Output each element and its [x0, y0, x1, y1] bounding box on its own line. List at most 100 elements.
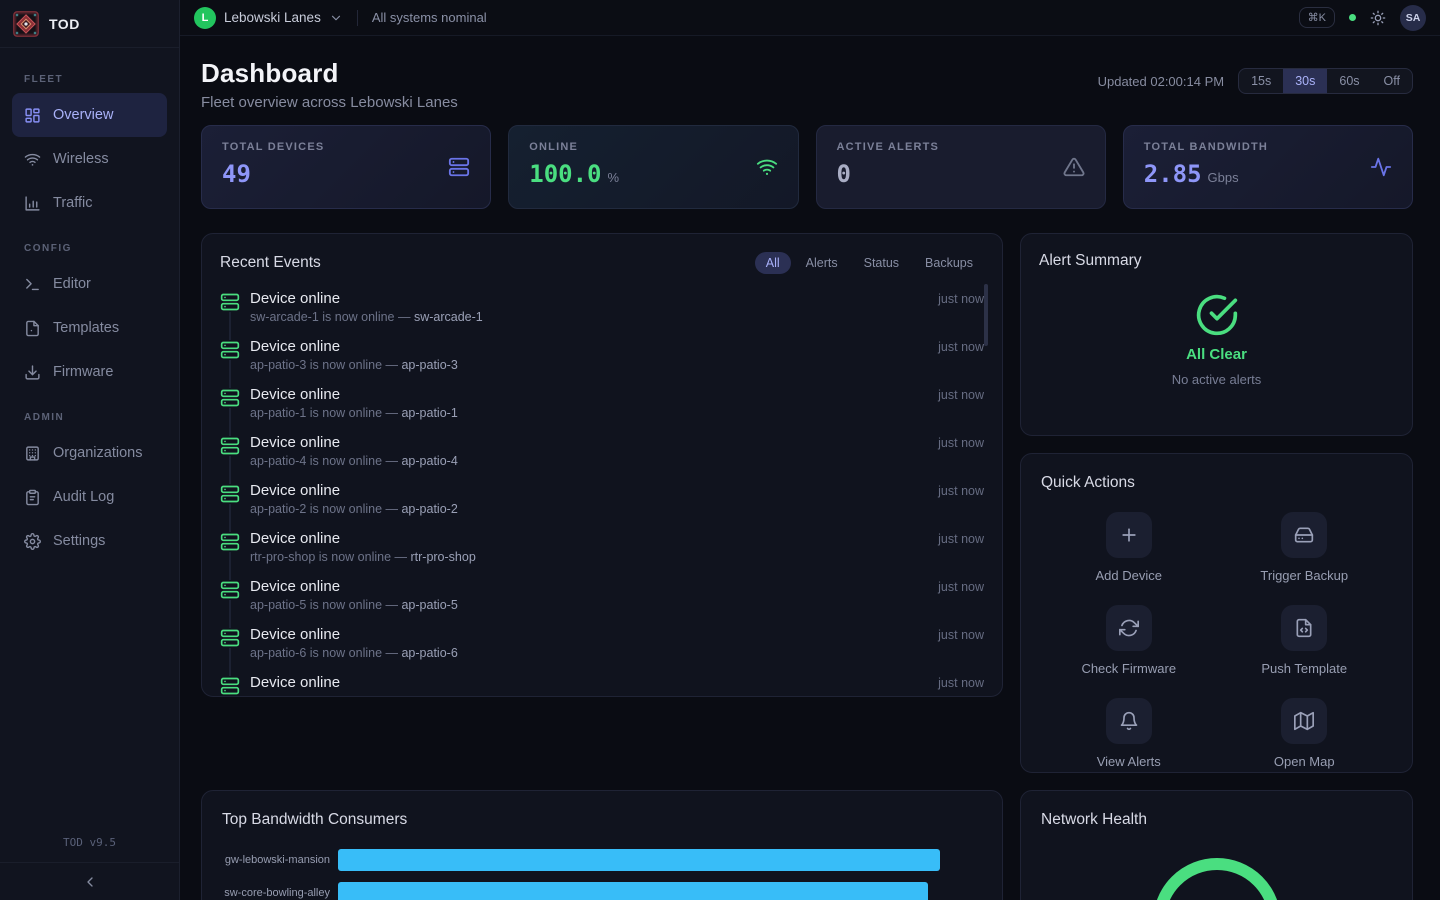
sidebar-item-label: Traffic [53, 195, 92, 211]
hard-drive-icon [1294, 525, 1314, 545]
quick-action-label: Push Template [1261, 661, 1347, 676]
stat-value-row: 2.85Gbps [1144, 160, 1392, 188]
sidebar-item-organizations[interactable]: Organizations [12, 431, 167, 475]
plus-icon [1119, 525, 1139, 545]
quick-action-trigger-backup[interactable]: Trigger Backup [1217, 512, 1393, 583]
event-description: ap-patio-5 is now online — ap-patio-5 [250, 598, 984, 612]
event-description: rtr-pro-shop is now online — rtr-pro-sho… [250, 550, 984, 564]
server-icon [220, 292, 240, 312]
sidebar-item-templates[interactable]: Templates [12, 306, 167, 350]
event-time: just now [938, 676, 984, 690]
sidebar-section-label: FLEET [24, 74, 155, 85]
quick-action-add-device[interactable]: Add Device [1041, 512, 1217, 583]
theme-toggle-button[interactable] [1370, 10, 1386, 26]
org-switcher[interactable]: L Lebowski Lanes [194, 7, 343, 29]
events-scrollbar[interactable] [984, 284, 988, 346]
quick-action-open-map[interactable]: Open Map [1217, 698, 1393, 769]
event-main: Device online just now [250, 674, 984, 691]
stat-value: 0 [837, 160, 851, 188]
event-time: just now [938, 340, 984, 354]
clipboard-icon [24, 489, 41, 506]
event-row: Device onlinejust nowap-patio-1 is now o… [220, 386, 984, 434]
event-row: Device onlinejust nowrtr-pro-shop is now… [220, 530, 984, 578]
event-time: just now [938, 484, 984, 498]
file-code-icon [1294, 618, 1314, 638]
command-palette-button[interactable]: ⌘K [1299, 7, 1335, 28]
sidebar-item-traffic[interactable]: Traffic [12, 181, 167, 225]
network-health-panel: Network Health 100 [1020, 790, 1413, 900]
refresh-option-15s[interactable]: 15s [1239, 69, 1283, 93]
event-title: Device online [250, 626, 340, 643]
server-icon [220, 580, 240, 600]
sidebar-section: ADMINOrganizationsAudit LogSettings [12, 412, 167, 563]
topbar: L Lebowski Lanes All systems nominal ⌘K … [180, 0, 1440, 36]
sidebar-item-settings[interactable]: Settings [12, 519, 167, 563]
quick-action-button [1281, 698, 1327, 744]
server-icon [220, 436, 240, 456]
sidebar-item-editor[interactable]: Editor [12, 262, 167, 306]
event-row: Device online just now [220, 674, 984, 697]
topbar-divider [357, 10, 358, 26]
quick-action-view-alerts[interactable]: View Alerts [1041, 698, 1217, 769]
event-description: ap-patio-4 is now online — ap-patio-4 [250, 454, 984, 468]
event-main: Device onlinejust now [250, 626, 984, 643]
events-list: Device onlinejust nowsw-arcade-1 is now … [220, 290, 984, 697]
event-title: Device online [250, 674, 340, 691]
quick-action-push-template[interactable]: Push Template [1217, 605, 1393, 676]
event-filter-alerts[interactable]: Alerts [795, 252, 849, 274]
event-time: just now [938, 388, 984, 402]
sidebar-item-label: Editor [53, 276, 91, 292]
server-icon [220, 628, 240, 648]
event-device-name: ap-patio-1 [401, 406, 457, 420]
bandwidth-bar [338, 849, 940, 871]
sidebar-section-label: CONFIG [24, 243, 155, 254]
event-time: just now [938, 436, 984, 450]
server-icon [220, 484, 240, 504]
gear-icon [24, 533, 41, 550]
connection-status-dot [1349, 14, 1356, 21]
event-main: Device onlinejust now [250, 338, 984, 355]
updated-timestamp: Updated 02:00:14 PM [1098, 74, 1224, 89]
event-device-name: rtr-pro-shop [410, 550, 475, 564]
stat-card-online: ONLINE100.0% [508, 125, 798, 209]
event-main: Device onlinejust now [250, 482, 984, 499]
sidebar-collapse-button[interactable] [0, 862, 179, 900]
user-avatar[interactable]: SA [1400, 5, 1426, 31]
quick-action-check-firmware[interactable]: Check Firmware [1041, 605, 1217, 676]
org-avatar: L [194, 7, 216, 29]
event-filter-all[interactable]: All [755, 252, 791, 274]
event-device-name: ap-patio-4 [401, 454, 457, 468]
quick-action-label: Trigger Backup [1260, 568, 1348, 583]
event-filter-status[interactable]: Status [853, 252, 910, 274]
event-row: Device onlinejust nowap-patio-4 is now o… [220, 434, 984, 482]
sidebar-item-audit-log[interactable]: Audit Log [12, 475, 167, 519]
sidebar-item-label: Organizations [53, 445, 142, 461]
refresh-option-off[interactable]: Off [1372, 69, 1412, 93]
quick-action-button [1106, 698, 1152, 744]
quick-action-button [1106, 605, 1152, 651]
sidebar-item-wireless[interactable]: Wireless [12, 137, 167, 181]
event-filter-backups[interactable]: Backups [914, 252, 984, 274]
dashboard-content: Dashboard Fleet overview across Lebowski… [180, 36, 1440, 900]
refresh-option-60s[interactable]: 60s [1327, 69, 1371, 93]
alert-summary-panel: Alert Summary All Clear No active alerts [1020, 233, 1413, 436]
recent-events-title: Recent Events [220, 254, 321, 272]
sidebar-item-overview[interactable]: Overview [12, 93, 167, 137]
event-description: ap-patio-6 is now online — ap-patio-6 [250, 646, 984, 660]
refresh-option-30s[interactable]: 30s [1283, 69, 1327, 93]
event-device-name: ap-patio-6 [401, 646, 457, 660]
sidebar-item-firmware[interactable]: Firmware [12, 350, 167, 394]
server-icon [448, 156, 470, 178]
sidebar-item-label: Overview [53, 107, 113, 123]
stat-cards-row: TOTAL DEVICES49ONLINE100.0%ACTIVE ALERTS… [201, 125, 1413, 209]
layout-dashboard-icon [24, 107, 41, 124]
app-logo-icon [13, 11, 39, 37]
quick-action-label: Open Map [1274, 754, 1335, 769]
stat-label: ONLINE [529, 141, 777, 153]
map-icon [1294, 711, 1314, 731]
sidebar-section: CONFIG Editor TemplatesFirmware [12, 243, 167, 394]
download-icon [24, 364, 41, 381]
quick-actions-panel: Quick Actions Add DeviceTrigger BackupCh… [1020, 453, 1413, 773]
quick-action-label: View Alerts [1097, 754, 1161, 769]
sidebar-nav: FLEET Overview Wireless Traffic CONFIG Editor… [0, 48, 179, 826]
